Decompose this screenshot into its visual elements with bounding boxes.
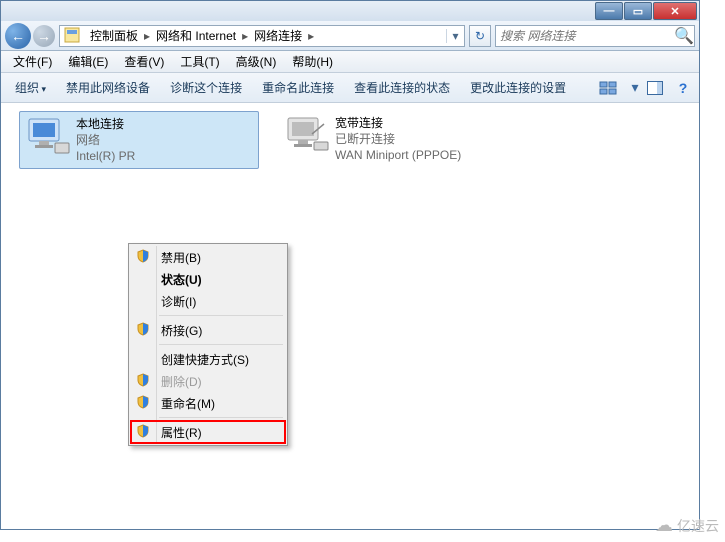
navbar: ← → 控制面板 ▸ 网络和 Internet ▸ 网络连接 ▸ ▾ ↻ 🔍 <box>1 21 699 51</box>
breadcrumb-sep-icon: ▸ <box>306 29 316 43</box>
context-menu-item[interactable]: 创建快捷方式(S) <box>131 348 285 370</box>
ethernet-icon <box>24 116 72 156</box>
context-menu-separator <box>159 315 283 316</box>
shield-icon <box>136 395 152 411</box>
context-menu-label: 创建快捷方式(S) <box>161 351 249 368</box>
maximize-button[interactable]: ▭ <box>624 2 652 20</box>
menu-view[interactable]: 查看(V) <box>116 51 172 72</box>
context-menu-separator <box>159 344 283 345</box>
context-menu-item[interactable]: 禁用(B) <box>131 246 285 268</box>
connection-name: 本地连接 <box>76 116 135 132</box>
modem-icon <box>283 115 331 155</box>
toolbar-rename[interactable]: 重命名此连接 <box>252 75 344 100</box>
context-menu: 禁用(B) 状态(U) 诊断(I) 桥接(G) 创建快捷方式(S) 删除(D) 重命名(M)… <box>128 243 288 446</box>
shield-icon <box>136 424 152 440</box>
watermark-text: 亿速云 <box>677 516 719 536</box>
breadcrumb-item[interactable]: 网络连接 <box>250 27 306 44</box>
toolbar-change-settings[interactable]: 更改此连接的设置 <box>460 75 576 100</box>
close-button[interactable]: ✕ <box>653 2 697 20</box>
context-menu-label: 桥接(G) <box>161 322 202 339</box>
context-menu-label: 诊断(I) <box>161 293 196 310</box>
shield-icon <box>136 322 152 338</box>
content-area: 本地连接 网络 Intel(R) PR 宽带连接 已断开连接 WAN Minip… <box>1 103 699 529</box>
view-dropdown-icon[interactable]: ▾ <box>623 79 647 96</box>
connection-status: 已断开连接 <box>335 131 461 147</box>
view-options-icon[interactable] <box>599 81 623 95</box>
address-bar[interactable]: 控制面板 ▸ 网络和 Internet ▸ 网络连接 ▸ ▾ <box>59 25 465 47</box>
connection-device: Intel(R) PR <box>76 148 135 164</box>
context-menu-label: 属性(R) <box>161 424 202 441</box>
help-icon[interactable]: ? <box>671 80 695 96</box>
search-input[interactable] <box>496 29 674 43</box>
connection-broadband[interactable]: 宽带连接 已断开连接 WAN Miniport (PPPOE) <box>279 111 519 167</box>
shield-icon <box>136 249 152 265</box>
breadcrumb-sep-icon: ▸ <box>240 29 250 43</box>
refresh-button[interactable]: ↻ <box>469 25 491 47</box>
organize-button[interactable]: 组织 <box>5 75 56 100</box>
search-icon[interactable]: 🔍 <box>674 26 694 46</box>
context-menu-label: 禁用(B) <box>161 249 201 266</box>
search-box[interactable]: 🔍 <box>495 25 695 47</box>
menu-edit[interactable]: 编辑(E) <box>60 51 116 72</box>
window: — ▭ ✕ ← → 控制面板 ▸ 网络和 Internet ▸ 网络连接 ▸ ▾… <box>0 0 700 530</box>
forward-button[interactable]: → <box>33 25 55 47</box>
control-panel-icon <box>64 27 82 45</box>
context-menu-separator <box>159 417 283 418</box>
context-menu-item[interactable]: 状态(U) <box>131 268 285 290</box>
menubar: 文件(F) 编辑(E) 查看(V) 工具(T) 高级(N) 帮助(H) <box>1 51 699 73</box>
connection-name: 宽带连接 <box>335 115 461 131</box>
context-menu-item[interactable]: 诊断(I) <box>131 290 285 312</box>
address-dropdown[interactable]: ▾ <box>446 29 464 43</box>
cloud-icon: ☁ <box>655 515 673 536</box>
shield-icon <box>136 373 152 389</box>
context-menu-label: 状态(U) <box>161 271 202 288</box>
connection-text: 本地连接 网络 Intel(R) PR <box>72 116 135 164</box>
menu-help[interactable]: 帮助(H) <box>284 51 341 72</box>
connection-local[interactable]: 本地连接 网络 Intel(R) PR <box>19 111 259 169</box>
context-menu-item[interactable]: 属性(R) <box>131 421 285 443</box>
toolbar-diagnose[interactable]: 诊断这个连接 <box>160 75 252 100</box>
context-menu-item[interactable]: 桥接(G) <box>131 319 285 341</box>
connection-text: 宽带连接 已断开连接 WAN Miniport (PPPOE) <box>331 115 461 163</box>
menu-tools[interactable]: 工具(T) <box>172 51 227 72</box>
context-menu-label: 重命名(M) <box>161 395 215 412</box>
context-menu-label: 删除(D) <box>161 373 202 390</box>
connection-device: WAN Miniport (PPPOE) <box>335 147 461 163</box>
minimize-button[interactable]: — <box>595 2 623 20</box>
toolbar-view-status[interactable]: 查看此连接的状态 <box>344 75 460 100</box>
connection-status: 网络 <box>76 132 135 148</box>
breadcrumb-item[interactable]: 控制面板 <box>86 27 142 44</box>
breadcrumb-sep-icon: ▸ <box>142 29 152 43</box>
menu-advanced[interactable]: 高级(N) <box>228 51 285 72</box>
preview-pane-icon[interactable] <box>647 81 671 95</box>
breadcrumb-item[interactable]: 网络和 Internet <box>152 27 240 44</box>
context-menu-item[interactable]: 重命名(M) <box>131 392 285 414</box>
titlebar: — ▭ ✕ <box>1 1 699 21</box>
context-menu-item: 删除(D) <box>131 370 285 392</box>
menu-file[interactable]: 文件(F) <box>5 51 60 72</box>
back-button[interactable]: ← <box>5 23 31 49</box>
watermark: ☁ 亿速云 <box>655 515 719 536</box>
toolbar-disable-device[interactable]: 禁用此网络设备 <box>56 75 160 100</box>
toolbar: 组织 禁用此网络设备 诊断这个连接 重命名此连接 查看此连接的状态 更改此连接的… <box>1 73 699 103</box>
